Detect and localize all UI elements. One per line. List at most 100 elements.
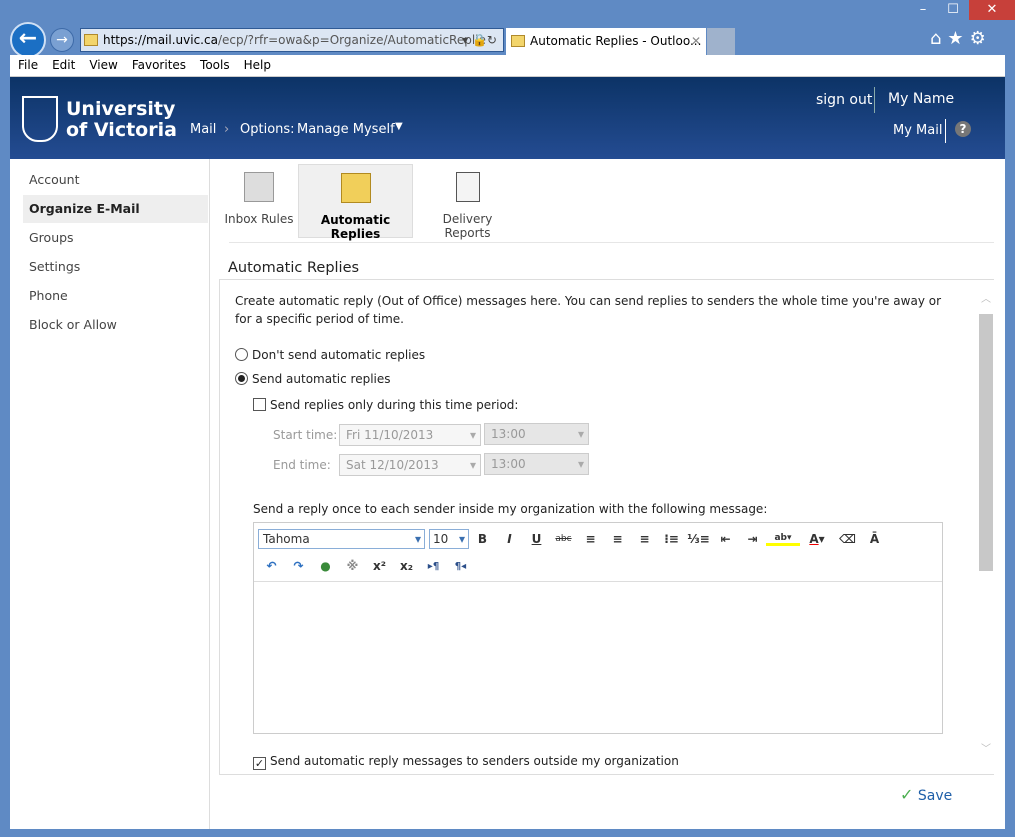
tab-title: Automatic Replies - Outloo... [530, 34, 702, 48]
time-period-checkbox[interactable]: Send replies only during this time perio… [253, 398, 518, 412]
sidebar-item-groups[interactable]: Groups [23, 224, 208, 252]
close-tab-icon[interactable]: ✕ [691, 28, 701, 54]
checkbox-label: Send automatic reply messages to senders… [270, 754, 679, 768]
manage-myself-dropdown[interactable]: Manage Myself [297, 122, 395, 137]
strikethrough-icon[interactable]: abc [550, 534, 577, 544]
scrollbar[interactable]: ︿ ﹀ [977, 280, 994, 774]
ltr-icon[interactable]: ▸¶ [420, 561, 447, 572]
user-name[interactable]: My Name [888, 91, 954, 107]
page-content: Account Organize E-Mail Groups Settings … [10, 159, 1005, 829]
indent-icon[interactable]: ⇥ [739, 532, 766, 546]
automatic-replies-panel: Create automatic reply (Out of Office) m… [219, 279, 994, 775]
menu-help[interactable]: Help [236, 55, 277, 72]
divider [229, 242, 994, 243]
save-button[interactable]: ✓ Save [900, 785, 952, 804]
align-center-icon[interactable]: ≡ [604, 532, 631, 546]
tab-label: Inbox Rules [224, 212, 294, 226]
door-arrow-icon [340, 173, 371, 203]
save-label: Save [917, 788, 953, 804]
superscript-icon[interactable]: x² [366, 559, 393, 573]
outdent-icon[interactable]: ⇤ [712, 532, 739, 546]
tab-inbox-rules[interactable]: Inbox Rules [224, 164, 294, 238]
back-button[interactable]: ← [10, 22, 46, 58]
menu-bar: File Edit View Favorites Tools Help [10, 55, 1005, 77]
url-path: /ecp/?rfr=owa&p=Organize/AutomaticReplie [217, 33, 486, 47]
radio-send[interactable]: Send automatic replies [235, 372, 391, 386]
font-color-icon[interactable]: A▾ [800, 532, 834, 546]
browser-tab[interactable]: Automatic Replies - Outloo... ✕ [506, 28, 706, 55]
divider [945, 119, 946, 143]
radio-dont-send[interactable]: Don't send automatic replies [235, 348, 425, 362]
tab-icon [511, 35, 525, 47]
scrollbar-thumb[interactable] [979, 314, 993, 571]
editor-toolbar: Tahoma ▾ 10 ▾ B I Uabc ≡ ≡ ≡ ⁝≡ ⅓≡ ⇤ ⇥ ab▾ A▾ ⌫ Ā ↶ ↷ ● ※ x… [254, 523, 942, 582]
highlight-icon[interactable]: ab▾ [766, 533, 800, 546]
minimize-button[interactable]: – [908, 0, 938, 20]
folder-icon [244, 172, 274, 202]
size-value: 10 [433, 532, 449, 546]
numbered-list-icon[interactable]: ⅓≡ [685, 532, 712, 546]
help-icon[interactable]: ? [955, 121, 971, 137]
redo-icon[interactable]: ↷ [285, 559, 312, 573]
end-time-select[interactable]: 13:00 [484, 453, 589, 475]
sidebar-item-block-or-allow[interactable]: Block or Allow [23, 311, 208, 339]
start-date-select[interactable]: Fri 11/10/2013 [339, 424, 481, 446]
remove-link-icon[interactable]: ※ [339, 559, 366, 573]
menu-edit[interactable]: Edit [44, 55, 81, 72]
intro-text: Create automatic reply (Out of Office) m… [235, 294, 942, 326]
start-time-select[interactable]: 13:00 [484, 423, 589, 445]
menu-tools[interactable]: Tools [192, 55, 236, 72]
size-select[interactable]: 10 ▾ [429, 529, 469, 549]
radio-label: Don't send automatic replies [252, 348, 426, 362]
italic-icon[interactable]: I [496, 532, 523, 546]
sidebar-item-organize-email[interactable]: Organize E-Mail [23, 195, 208, 223]
tab-automatic-replies[interactable]: Automatic Replies [298, 164, 413, 241]
my-mail-link[interactable]: My Mail [893, 123, 942, 138]
outside-org-checkbox[interactable]: ✓ Send automatic reply messages to sender… [253, 754, 679, 770]
end-date-select[interactable]: Sat 12/10/2013 [339, 454, 481, 476]
bullet-list-icon[interactable]: ⁝≡ [658, 532, 685, 546]
paragraph-format-icon[interactable]: Ā [861, 532, 888, 546]
forward-button[interactable]: → [50, 28, 74, 52]
font-select[interactable]: Tahoma ▾ [258, 529, 425, 549]
tab-label: Automatic Replies [320, 213, 391, 241]
sidebar-item-account[interactable]: Account [23, 166, 208, 194]
align-right-icon[interactable]: ≡ [631, 532, 658, 546]
bold-icon[interactable]: B [469, 532, 496, 546]
start-time-label: Start time: [273, 428, 338, 442]
scroll-down-icon[interactable]: ﹀ [981, 740, 991, 755]
menu-favorites[interactable]: Favorites [124, 55, 192, 72]
font-value: Tahoma [263, 532, 310, 546]
menu-view[interactable]: View [81, 55, 123, 72]
sidebar-item-settings[interactable]: Settings [23, 253, 208, 281]
subscript-icon[interactable]: x₂ [393, 559, 420, 573]
inside-message-label: Send a reply once to each sender inside … [253, 502, 768, 516]
site-icon [84, 34, 98, 46]
breadcrumb-mail[interactable]: Mail [190, 122, 216, 137]
insert-link-icon[interactable]: ● [312, 559, 339, 573]
new-tab-button[interactable] [707, 28, 735, 55]
rtl-icon[interactable]: ¶◂ [447, 561, 474, 572]
eraser-icon[interactable]: ⌫ [834, 532, 861, 546]
logo-text-2: of Victoria [66, 119, 177, 141]
align-left-icon[interactable]: ≡ [577, 532, 604, 546]
tab-label: Delivery Reports [442, 212, 493, 240]
underline-icon[interactable]: U [523, 532, 550, 546]
divider [874, 87, 875, 113]
page-title: Automatic Replies [228, 260, 360, 276]
undo-icon[interactable]: ↶ [258, 559, 285, 573]
lock-refresh-icon[interactable]: ▾ 🔒↻ [462, 29, 497, 51]
browser-tools-icons[interactable]: ⌂★⚙ [930, 28, 992, 49]
message-body-textarea[interactable] [254, 582, 942, 732]
sidebar-item-phone[interactable]: Phone [23, 282, 208, 310]
scroll-up-icon[interactable]: ︿ [981, 290, 991, 305]
close-window-button[interactable]: ✕ [969, 0, 1015, 20]
url-host: https://mail.uvic.ca [103, 33, 218, 47]
checkbox-label: Send replies only during this time perio… [270, 398, 519, 412]
address-bar[interactable]: https://mail.uvic.ca/ecp/?rfr=owa&p=Orga… [80, 28, 504, 52]
dropdown-arrow-icon[interactable]: ▼ [395, 121, 403, 132]
maximize-button[interactable]: ☐ [938, 0, 968, 20]
tab-delivery-reports[interactable]: Delivery Reports [420, 164, 515, 240]
sign-out-link[interactable]: sign out [816, 92, 872, 108]
menu-file[interactable]: File [10, 55, 44, 72]
